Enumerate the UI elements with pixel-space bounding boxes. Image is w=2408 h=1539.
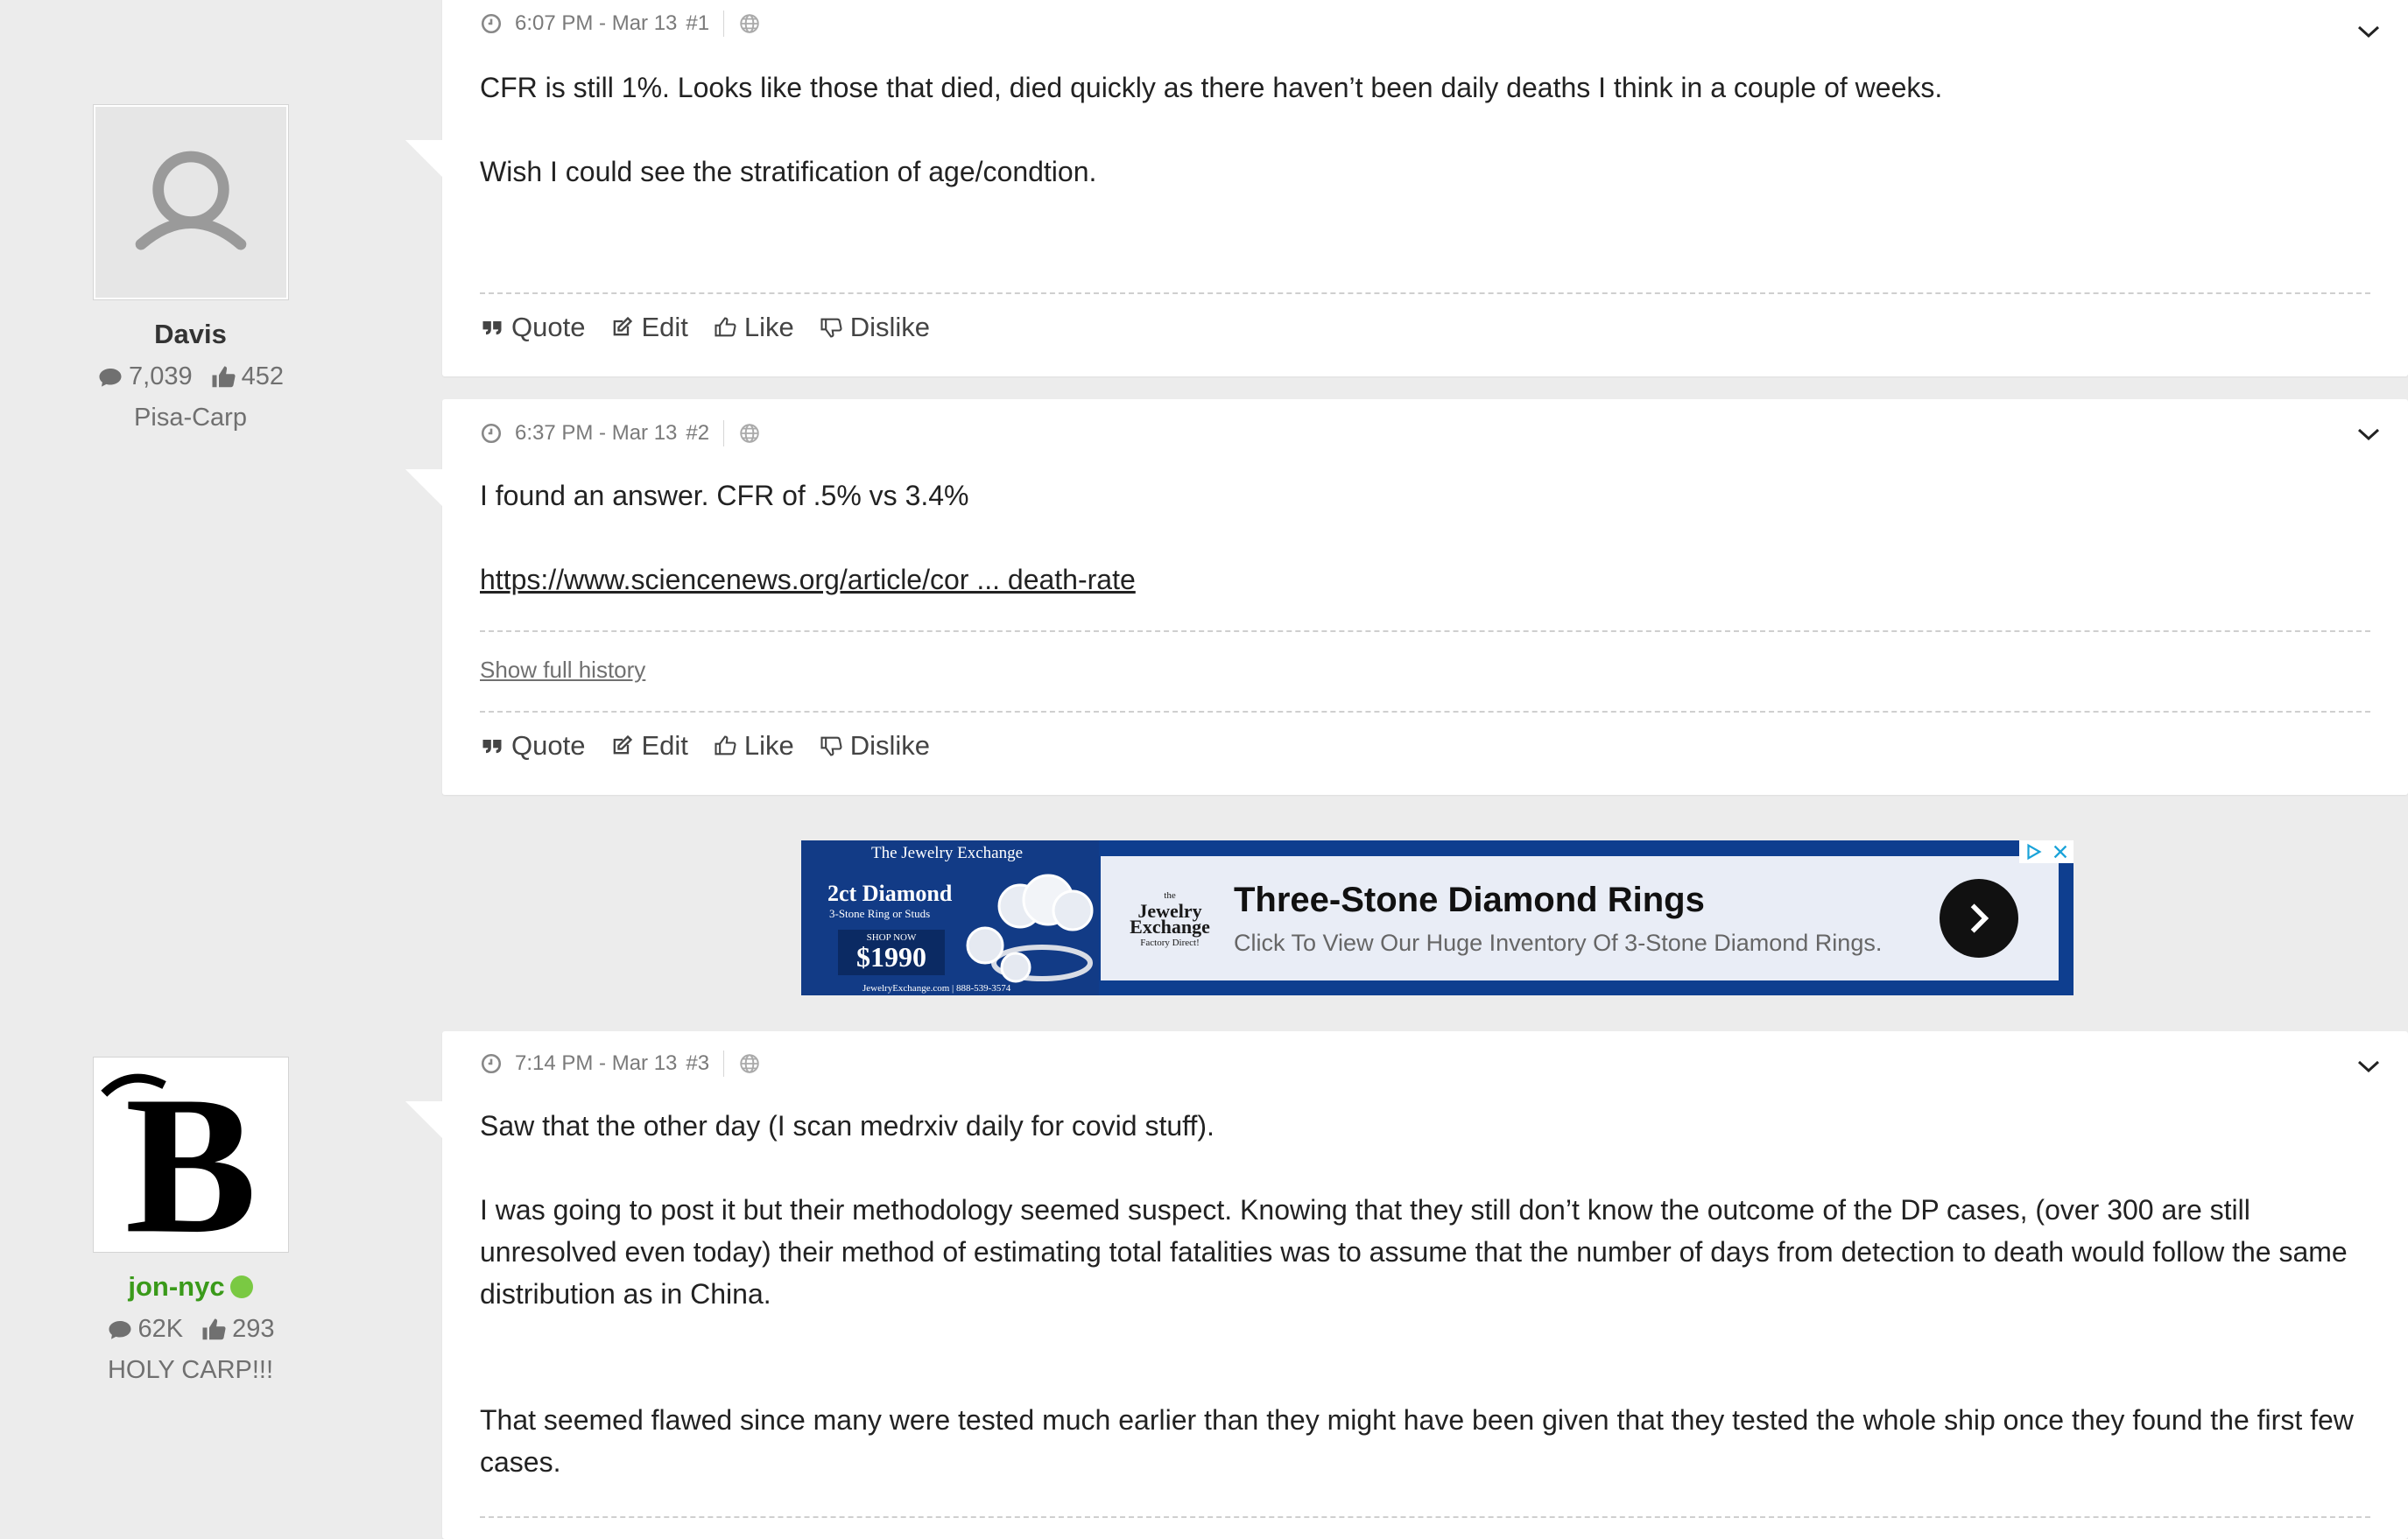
thumbs-up-icon (212, 366, 236, 387)
thumbs-up-icon (715, 735, 736, 755)
ad-brand: The Jewelry Exchange (871, 844, 1024, 862)
globe-icon[interactable] (738, 422, 761, 445)
edit-button[interactable]: Edit (609, 312, 688, 343)
thumbs-up-icon (715, 317, 736, 337)
comment-icon (99, 368, 122, 387)
post-paragraph: Saw that the other day (I scan medrxiv d… (480, 1110, 1215, 1142)
post-2: 6:37 PM - Mar 13 #2 I found an answer. C… (405, 399, 2408, 795)
ad-title[interactable]: Three-Stone Diamond Rings (1234, 881, 1705, 920)
user-card-davis: Davis 7,039 452 Pisa-Carp (0, 105, 381, 432)
chevron-down-icon[interactable] (2355, 425, 2382, 443)
post-time[interactable]: 7:14 PM - Mar 13 (515, 1051, 677, 1076)
ad-offer: 2ct Diamond (827, 881, 953, 906)
post-paragraph: Wish I could see the stratification of a… (480, 156, 1097, 187)
post-content: I found an answer. CFR of .5% vs 3.4% ht… (480, 474, 2370, 601)
post-count: 62K (107, 1315, 183, 1344)
like-count: 452 (210, 362, 284, 391)
advertisement-banner[interactable]: The Jewelry Exchange 2ct Diamond 3-Stone… (801, 840, 2074, 995)
thumbs-down-icon (820, 736, 842, 756)
like-button[interactable]: Like (713, 730, 794, 762)
ad-arrow-button[interactable] (1940, 879, 2018, 958)
username[interactable]: jon-nyc (0, 1271, 381, 1303)
adchoices-icon[interactable] (2024, 842, 2043, 861)
edit-icon (614, 734, 633, 755)
username[interactable]: Davis (0, 319, 381, 350)
ad-price: $1990 (856, 941, 926, 973)
article-link[interactable]: https://www.sciencenews.org/article/cor … (480, 564, 1136, 595)
divider (480, 1516, 2370, 1518)
quote-button[interactable]: Quote (480, 730, 585, 762)
quote-icon (482, 740, 502, 754)
divider (480, 630, 2370, 632)
dislike-button[interactable]: Dislike (819, 730, 930, 762)
divider (723, 1051, 725, 1077)
avatar[interactable] (93, 105, 288, 299)
quote-icon (482, 321, 502, 335)
post-number[interactable]: #1 (686, 11, 709, 36)
close-icon[interactable] (2051, 842, 2070, 861)
post-1: 6:07 PM - Mar 13 #1 CFR is still 1%. Loo… (405, 0, 2408, 376)
post-content: CFR is still 1%. Looks like those that d… (480, 67, 2370, 193)
edit-icon (614, 316, 633, 336)
avatar[interactable]: B (93, 1058, 288, 1252)
ad-text-panel[interactable]: the Jewelry Exchange Factory Direct! Thr… (1101, 856, 2059, 980)
user-stats: 7,039 452 (0, 362, 381, 391)
like-count: 293 (201, 1315, 275, 1344)
post-count: 7,039 (97, 362, 193, 391)
quote-button[interactable]: Quote (480, 312, 585, 343)
clock-icon (481, 423, 502, 444)
online-status-icon (229, 1275, 253, 1298)
like-button[interactable]: Like (713, 312, 794, 343)
divider (723, 420, 725, 446)
divider (723, 11, 725, 37)
user-card-jon-nyc: B jon-nyc 62K 293 HOLY CARP!!! (0, 1058, 381, 1385)
post-actions: Quote Edit Like Dislike (480, 730, 930, 762)
post-time[interactable]: 6:37 PM - Mar 13 (515, 421, 677, 446)
globe-icon[interactable] (738, 1052, 761, 1075)
post-3: 7:14 PM - Mar 13 #3 Saw that the other d… (405, 1031, 2408, 1539)
default-user-icon (135, 151, 246, 250)
user-stats: 62K 293 (0, 1315, 381, 1344)
jewelry-exchange-logo: the Jewelry Exchange Factory Direct! (1130, 890, 1210, 948)
post-actions: Quote Edit Like Dislike (480, 312, 930, 343)
gothic-b-logo: B (100, 1059, 257, 1250)
user-title: HOLY CARP!!! (107, 1356, 274, 1384)
user-title: Pisa-Carp (134, 404, 247, 432)
ad-description[interactable]: Click To View Our Huge Inventory Of 3-St… (1234, 930, 1882, 957)
svg-text:B: B (124, 1059, 257, 1250)
diamond-rings-image (966, 874, 1094, 983)
post-header: 7:14 PM - Mar 13 #3 (480, 1051, 761, 1077)
post-paragraph: CFR is still 1%. Looks like those that d… (480, 72, 1943, 103)
clock-icon (481, 13, 502, 34)
chevron-down-icon[interactable] (2355, 1058, 2382, 1075)
thumbs-up-icon (202, 1318, 226, 1339)
chevron-right-icon (1970, 903, 1989, 933)
post-content: Saw that the other day (I scan medrxiv d… (480, 1105, 2370, 1483)
post-header: 6:07 PM - Mar 13 #1 (480, 11, 761, 37)
ad-offer-sub: 3-Stone Ring or Studs (829, 907, 931, 920)
comment-icon (109, 1320, 130, 1339)
chevron-down-icon[interactable] (2355, 23, 2382, 40)
dislike-button[interactable]: Dislike (819, 312, 930, 343)
post-number[interactable]: #2 (686, 421, 709, 446)
divider (480, 711, 2370, 713)
ad-price-box: SHOP NOW $1990 (838, 930, 945, 975)
globe-icon[interactable] (738, 12, 761, 35)
post-paragraph: I was going to post it but their methodo… (480, 1194, 2348, 1310)
edit-button[interactable]: Edit (609, 730, 688, 762)
show-history-link[interactable]: Show full history (480, 657, 645, 684)
clock-icon (481, 1053, 502, 1074)
ad-url: JewelryExchange.com | 888-539-3574 (863, 983, 1011, 994)
post-number[interactable]: #3 (686, 1051, 709, 1076)
post-time[interactable]: 6:07 PM - Mar 13 (515, 11, 677, 36)
post-paragraph: That seemed flawed since many were teste… (480, 1404, 2354, 1478)
thumbs-down-icon (820, 318, 842, 338)
post-paragraph: I found an answer. CFR of .5% vs 3.4% (480, 480, 969, 511)
ad-choices[interactable] (2019, 840, 2074, 863)
ad-image[interactable]: The Jewelry Exchange 2ct Diamond 3-Stone… (801, 840, 1099, 995)
divider (480, 292, 2370, 294)
post-header: 6:37 PM - Mar 13 #2 (480, 420, 761, 446)
